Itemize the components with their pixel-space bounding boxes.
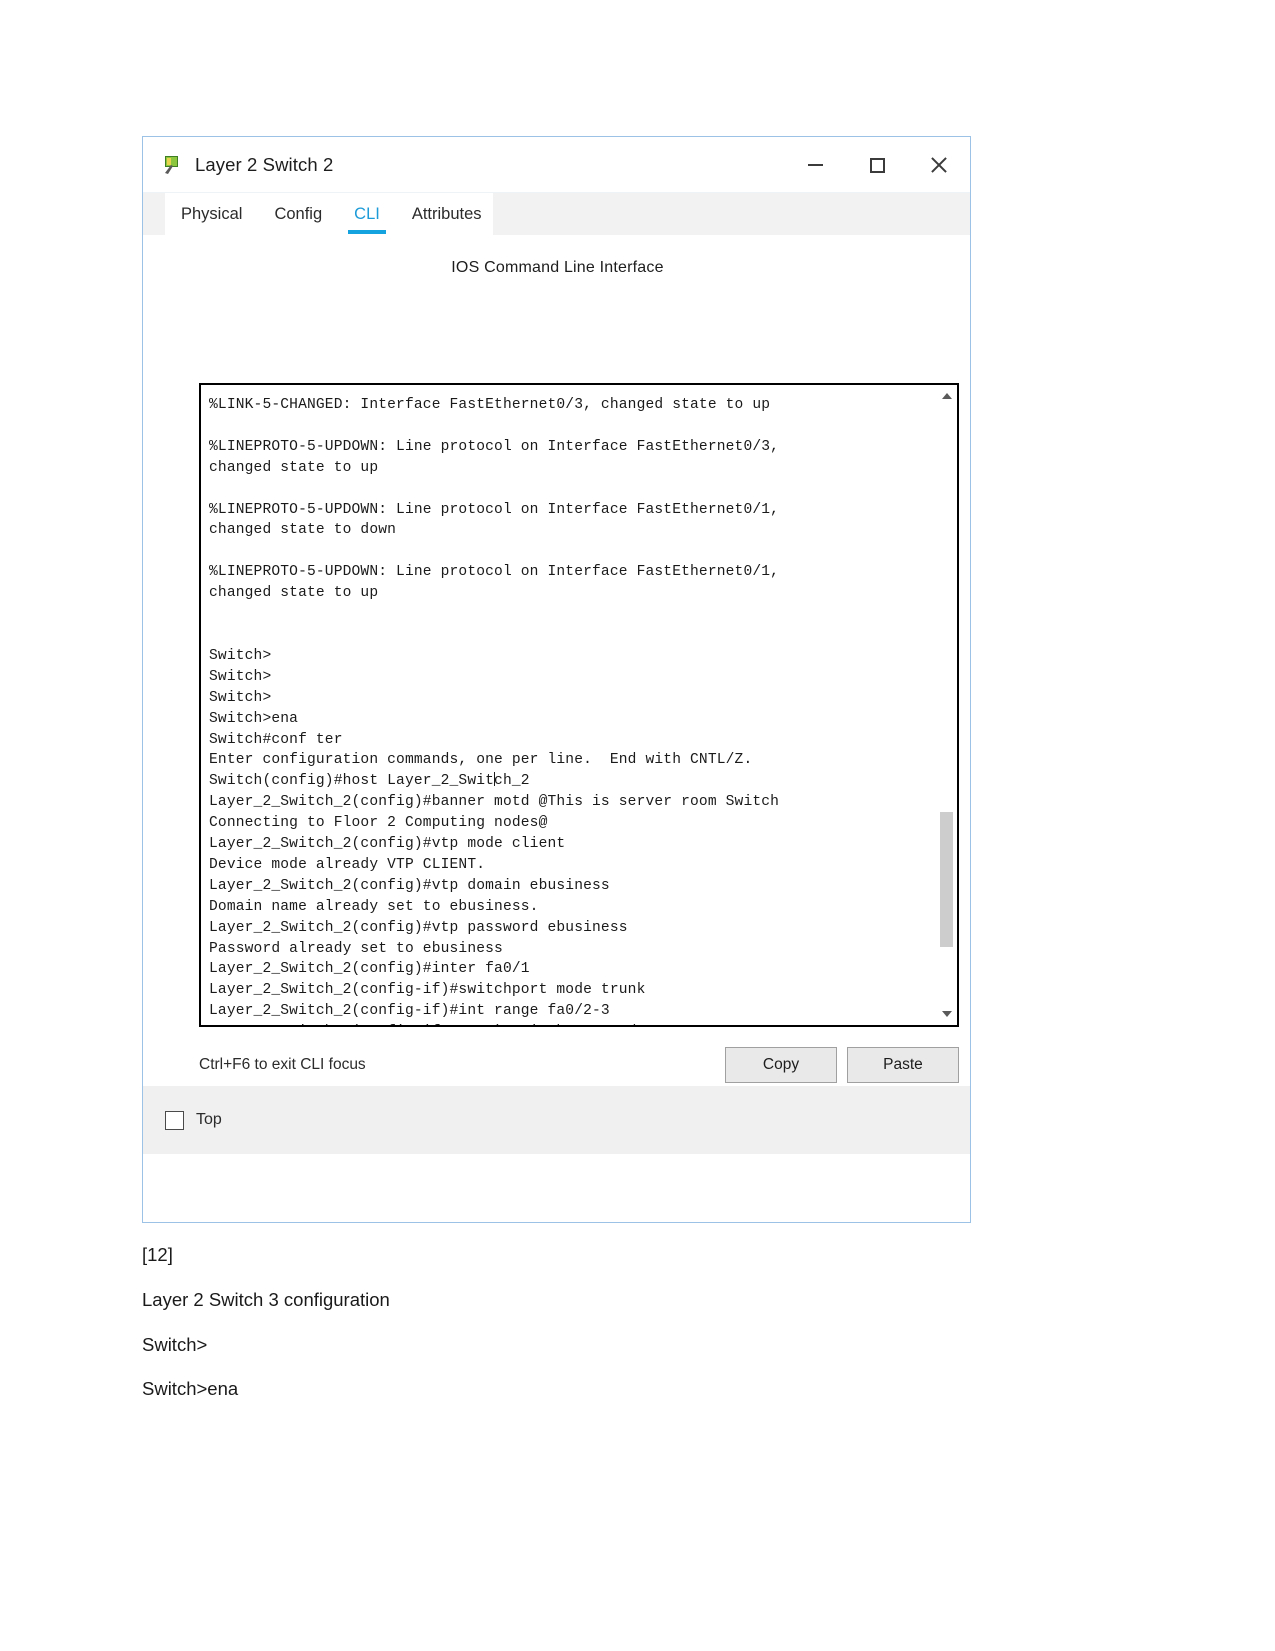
scroll-down-button[interactable]	[936, 1003, 957, 1025]
device-window: Layer 2 Switch 2 Physical Config CLI Att…	[142, 136, 971, 1223]
terminal-scrollbar[interactable]	[935, 385, 957, 1025]
cli-button-group: Copy Paste	[725, 1047, 959, 1083]
maximize-button[interactable]	[846, 137, 908, 193]
cli-heading: IOS Command Line Interface	[451, 259, 664, 276]
terminal-line: Switch>ena	[209, 710, 299, 727]
page-root: Layer 2 Switch 2 Physical Config CLI Att…	[0, 0, 1275, 1651]
terminal-line: Password already set to ebusiness	[209, 940, 503, 957]
terminal-output[interactable]: %LINK-5-CHANGED: Interface FastEthernet0…	[201, 385, 935, 1025]
tab-config[interactable]: Config	[258, 193, 338, 235]
doc-prompt-line-2: Switch>ena	[142, 1378, 1042, 1400]
cli-footer: Ctrl+F6 to exit CLI focus Copy Paste	[199, 1045, 959, 1085]
terminal-line: Layer_2_Switch_2(config-if)#switchport m…	[209, 982, 646, 999]
terminal-line: Device mode already VTP CLIENT.	[209, 856, 486, 873]
tab-config-label: Config	[274, 204, 323, 223]
terminal-line: changed state to up	[209, 459, 379, 476]
cli-panel: IOS Command Line Interface %LINK-5-CHANG…	[143, 235, 970, 1154]
window-title: Layer 2 Switch 2	[195, 153, 334, 175]
doc-line-heading: Layer 2 Switch 3 configuration	[142, 1289, 390, 1310]
cli-focus-hint: Ctrl+F6 to exit CLI focus	[199, 1056, 366, 1073]
terminal-line: %LINK-5-CHANGED: Interface FastEthernet0…	[209, 397, 771, 413]
minimize-icon	[807, 164, 823, 166]
scrollbar-thumb[interactable]	[940, 812, 953, 947]
window-titlebar: Layer 2 Switch 2	[143, 137, 970, 193]
window-controls	[784, 137, 970, 193]
terminal-line: Switch(config)#host Layer_2_Switch_2	[209, 772, 530, 790]
terminal-line: %LINEPROTO-5-UPDOWN: Line protocol on In…	[209, 438, 780, 455]
terminal-line: Switch#conf ter	[209, 731, 343, 748]
packet-tracer-device-icon	[161, 154, 183, 176]
terminal-line: Layer_2_Switch_2(config-if)#int range fa…	[209, 1003, 610, 1020]
doc-line-switch-ena: Switch>ena	[142, 1378, 239, 1399]
tab-cli-label: CLI	[354, 204, 380, 223]
tab-physical[interactable]: Physical	[165, 193, 258, 235]
minimize-button[interactable]	[784, 137, 846, 193]
cli-panel-inner: IOS Command Line Interface %LINK-5-CHANG…	[163, 235, 959, 1114]
terminal-line: Layer_2_Switch_2(config)#vtp password eb…	[209, 919, 628, 936]
terminal-line: Layer_2_Switch_2(config)#inter fa0/1	[209, 961, 530, 978]
copy-button[interactable]: Copy	[725, 1047, 837, 1083]
terminal-line: changed state to up	[209, 585, 379, 602]
terminal-line: %LINEPROTO-5-UPDOWN: Line protocol on In…	[209, 564, 780, 581]
maximize-icon	[869, 157, 885, 173]
terminal-line: Layer_2_Switch_2(config)#vtp domain ebus…	[209, 877, 610, 894]
terminal-line: Domain name already set to ebusiness.	[209, 898, 539, 915]
tab-attributes-label: Attributes	[411, 204, 482, 223]
tab-cli[interactable]: CLI	[338, 193, 396, 235]
terminal-line: Switch>	[209, 647, 272, 664]
close-button[interactable]	[908, 137, 970, 193]
doc-figure-caption: [12]	[142, 1244, 1042, 1266]
window-bottom-bar: Top	[143, 1086, 970, 1154]
terminal-line: Layer_2_Switch_2(config)#banner motd @Th…	[209, 794, 780, 811]
paste-button[interactable]: Paste	[847, 1047, 959, 1083]
scrollbar-track[interactable]	[936, 407, 957, 1003]
tab-bar: Physical Config CLI Attributes	[143, 193, 970, 235]
terminal-line: Enter configuration commands, one per li…	[209, 752, 753, 769]
scroll-up-button[interactable]	[936, 385, 957, 407]
terminal-line: %LINEPROTO-5-UPDOWN: Line protocol on In…	[209, 501, 780, 518]
doc-line-switch-prompt: Switch>	[142, 1334, 208, 1355]
terminal-line: Switch>	[209, 668, 272, 685]
terminal-line: Layer_2_Switch_2(config)#vtp mode client	[209, 836, 566, 853]
chevron-up-icon	[942, 393, 952, 399]
terminal-line: Connecting to Floor 2 Computing nodes@	[209, 815, 548, 832]
top-checkbox[interactable]	[165, 1110, 184, 1130]
tab-physical-label: Physical	[181, 204, 243, 223]
doc-section-heading: Layer 2 Switch 3 configuration	[142, 1289, 1042, 1311]
terminal-container: %LINK-5-CHANGED: Interface FastEthernet0…	[199, 383, 959, 1027]
terminal-line: changed state to down	[209, 522, 397, 539]
doc-line-reference: [12]	[142, 1244, 173, 1265]
tab-attributes[interactable]: Attributes	[396, 193, 498, 235]
terminal-line: Layer_2_Switch_2(config-if-range)#switch…	[209, 1022, 927, 1025]
text-cursor	[493, 772, 495, 787]
terminal-line: Switch>	[209, 689, 272, 706]
close-icon	[929, 155, 949, 175]
top-checkbox-label: Top	[196, 1111, 222, 1128]
chevron-down-icon	[942, 1011, 952, 1017]
doc-prompt-line-1: Switch>	[142, 1334, 1042, 1356]
